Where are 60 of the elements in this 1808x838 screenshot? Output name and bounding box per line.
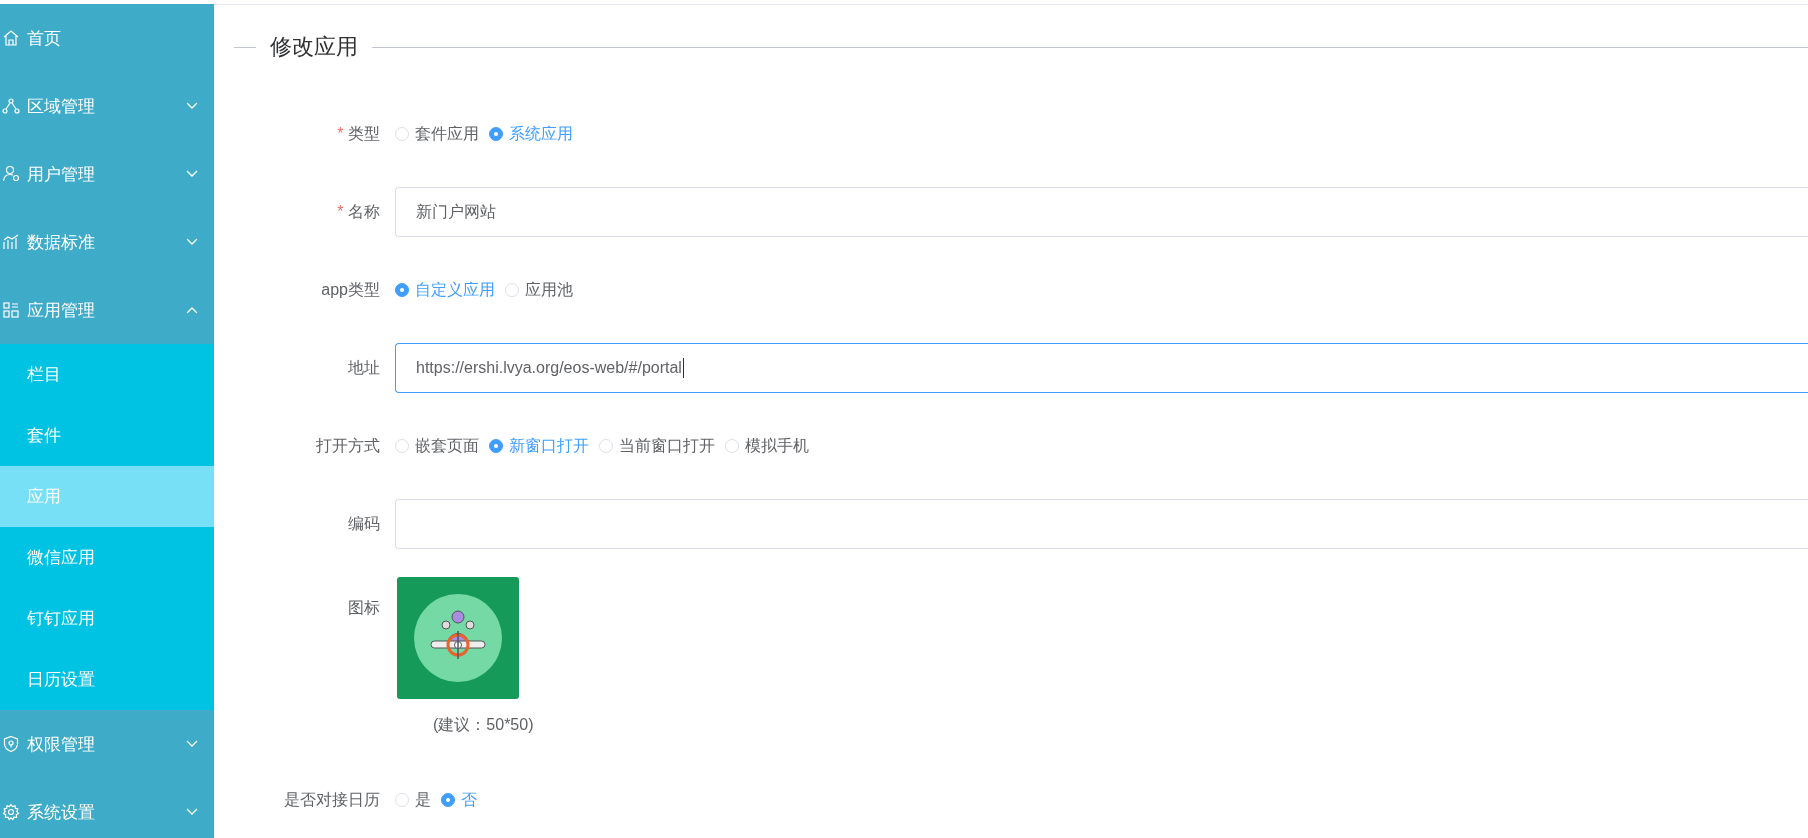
menu-icon: [2, 803, 20, 821]
sidebar-menu-item[interactable]: 首页: [0, 4, 214, 72]
radio-label[interactable]: 新窗口打开: [509, 435, 589, 457]
field-label-text: 打开方式: [316, 437, 380, 454]
sidebar-menu-item[interactable]: 区域管理: [0, 72, 214, 140]
radio-label[interactable]: 是: [415, 789, 431, 811]
submenu-item[interactable]: 应用: [0, 466, 214, 527]
menu-icon: [2, 165, 20, 183]
radio-option[interactable]: 否: [441, 789, 477, 811]
menu-icon: [2, 735, 20, 753]
image-size-hint: (建议：50*50): [433, 715, 534, 735]
field-label-text: 图标: [348, 599, 380, 616]
text-input-field[interactable]: https://ershi.lvya.org/eos-web/#/portal: [395, 343, 1808, 393]
radio-label[interactable]: 模拟手机: [745, 435, 809, 457]
radio-label[interactable]: 应用池: [525, 279, 573, 301]
radio-circle[interactable]: [441, 793, 455, 807]
radio-option[interactable]: 是: [395, 789, 431, 811]
sidebar-menu-item[interactable]: 权限管理: [0, 710, 214, 778]
sidebar-menu-item[interactable]: 用户管理: [0, 140, 214, 208]
radio-option[interactable]: 系统应用: [489, 123, 573, 145]
submenu-item[interactable]: 栏目: [0, 344, 214, 405]
sidebar-menu-item[interactable]: 数据标准: [0, 208, 214, 276]
menu-icon: [2, 233, 20, 251]
text-input-field[interactable]: 新门户网站: [395, 187, 1808, 237]
radio-circle[interactable]: [489, 439, 503, 453]
radio-option[interactable]: 自定义应用: [395, 279, 495, 301]
submenu-item[interactable]: 钉钉应用: [0, 588, 214, 649]
radio-label[interactable]: 当前窗口打开: [619, 435, 715, 457]
radio-option[interactable]: 应用池: [505, 279, 573, 301]
radio-label[interactable]: 系统应用: [509, 123, 573, 145]
field-label-text: 编码: [348, 515, 380, 532]
field-label-text: 地址: [348, 359, 380, 376]
required-mark: *: [337, 203, 344, 220]
text-input-field[interactable]: [395, 499, 1808, 549]
radio-label[interactable]: 自定义应用: [415, 279, 495, 301]
menu-icon: [2, 301, 20, 319]
menu-icon: [2, 29, 20, 47]
sidebar-menu-item[interactable]: 系统设置: [0, 778, 214, 838]
field-label-text: 是否对接日历: [284, 791, 380, 808]
submenu-item[interactable]: 套件: [0, 405, 214, 466]
section-title: 修改应用: [269, 33, 359, 61]
radio-circle[interactable]: [489, 127, 503, 141]
submenu-item[interactable]: 微信应用: [0, 527, 214, 588]
radio-option[interactable]: 模拟手机: [725, 435, 809, 457]
field-label-text: 类型: [348, 125, 380, 142]
radio-option[interactable]: 当前窗口打开: [599, 435, 715, 457]
app-icon-drawing[interactable]: [397, 577, 519, 699]
radio-circle[interactable]: [395, 283, 409, 297]
sidebar-menu-item[interactable]: 应用管理: [0, 276, 214, 344]
radio-option[interactable]: 套件应用: [395, 123, 479, 145]
radio-label[interactable]: 套件应用: [415, 123, 479, 145]
radio-label[interactable]: 否: [461, 789, 477, 811]
field-label-text: app类型: [321, 281, 380, 298]
menu-icon: [2, 97, 20, 115]
submenu-item[interactable]: 日历设置: [0, 649, 214, 710]
required-mark: *: [337, 125, 344, 142]
field-label-text: 名称: [348, 203, 380, 220]
radio-label[interactable]: 嵌套页面: [415, 435, 479, 457]
radio-option[interactable]: 新窗口打开: [489, 435, 589, 457]
radio-option[interactable]: 嵌套页面: [395, 435, 479, 457]
